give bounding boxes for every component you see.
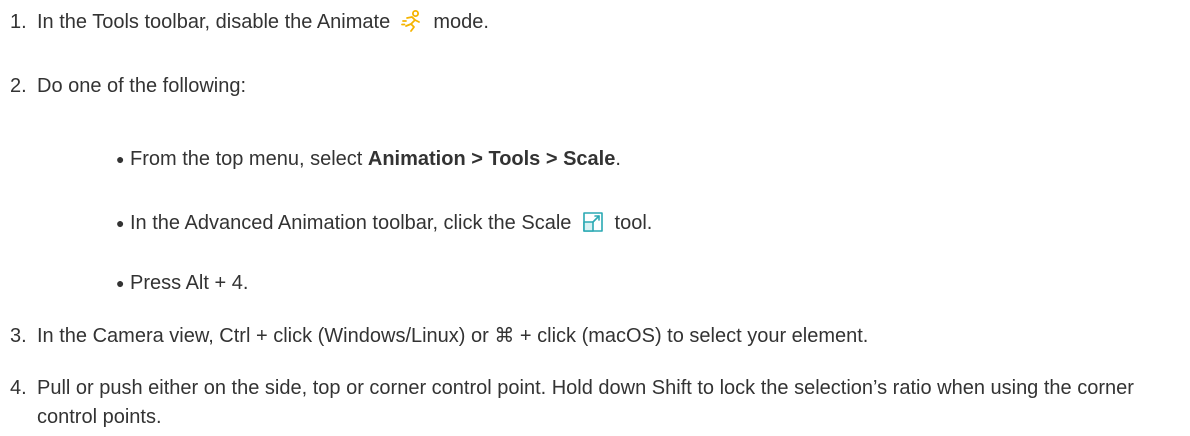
step-number: 3. (10, 325, 27, 347)
scale-tool-icon (581, 210, 605, 234)
step-text-before: In the Tools toolbar, disable the Animat… (37, 11, 391, 33)
bullet-icon: ● (116, 215, 125, 231)
option-text: In the Advanced Animation toolbar, click… (130, 209, 652, 238)
step-text-after: mode. (433, 11, 489, 33)
option-text-after: tool. (614, 212, 653, 234)
option-text-before: From the top menu, select (130, 148, 368, 170)
step-text: In the Tools toolbar, disable the Animat… (37, 8, 489, 37)
option-text-after: . (615, 148, 621, 170)
option-text-before: In the Advanced Animation toolbar, click… (130, 212, 572, 234)
bullet-icon: ● (116, 151, 125, 167)
step-text: Do one of the following: (37, 75, 247, 97)
step-number: 4. (10, 377, 27, 399)
step-number: 1. (10, 11, 27, 33)
instruction-list: 1. In the Tools toolbar, disable the Ani… (0, 0, 1190, 436)
menu-path: Animation > Tools > Scale (367, 148, 616, 170)
option-text: Press Alt + 4. (130, 272, 249, 294)
step-text: In the Camera view, Ctrl + click (Window… (37, 325, 869, 347)
bullet-icon: ● (116, 275, 125, 291)
animate-mode-icon (400, 9, 424, 33)
step-number: 2. (10, 75, 27, 97)
option-text: From the top menu, select Animation > To… (130, 145, 621, 174)
step-text: Pull or push either on the side, top or … (37, 377, 1134, 428)
